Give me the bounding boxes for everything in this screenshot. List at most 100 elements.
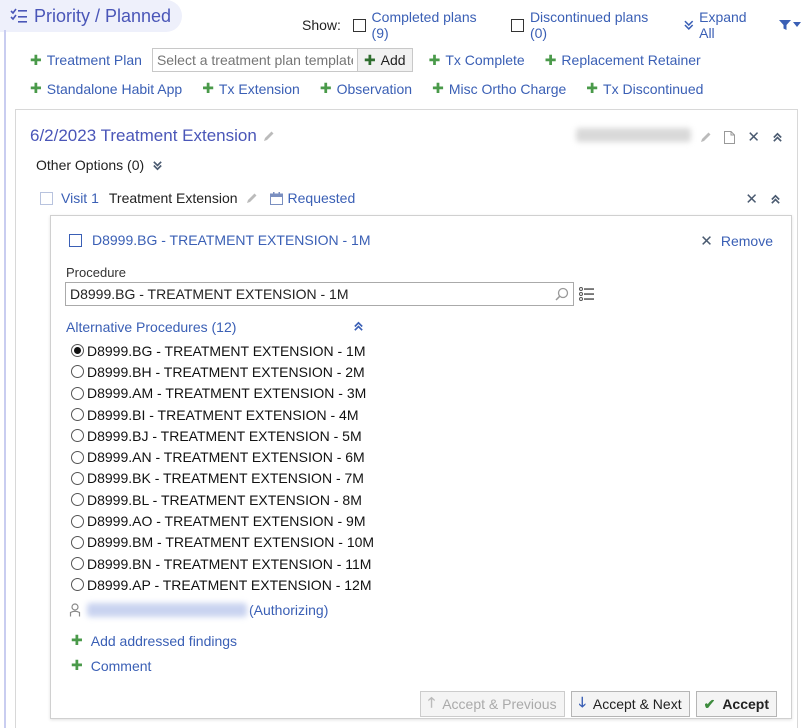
remove-procedure-button[interactable]: ✕ Remove [700,232,773,250]
section-indicator-bar [4,30,6,728]
add-label: Add [380,52,406,68]
add-treatment-plan-button[interactable]: ✚ Treatment Plan [30,52,142,69]
filter-dropdown[interactable] [779,19,801,31]
expand-all-label: Expand All [699,9,747,41]
plus-icon: ✚ [544,51,557,68]
edit-pencil-icon[interactable] [700,131,712,143]
alternative-procedure-label: D8999.AO - TREATMENT EXTENSION - 9M [87,513,366,530]
accept-button[interactable]: ✔ Accept [695,691,777,717]
discontinued-plans-checkbox[interactable] [511,18,524,32]
show-label: Show: [302,17,341,33]
alternative-procedure-option[interactable]: D8999.BG - TREATMENT EXTENSION - 1M [71,340,374,361]
show-filters: Show: Completed plans (9) Discontinued p… [302,9,801,41]
add-addressed-findings-button[interactable]: ✚ Add addressed findings [71,632,237,649]
expand-all-button[interactable]: Expand All [683,9,764,41]
authorizing-label[interactable]: (Authorizing) [249,602,328,618]
plus-icon: ✚ [319,80,332,96]
radio-button[interactable] [71,386,84,400]
completed-plans-checkbox[interactable] [352,18,366,32]
search-icon[interactable] [551,287,573,301]
filter-icon [779,20,792,30]
plan-actions: ✕ [688,128,783,146]
discontinued-plans-toggle[interactable]: Discontinued plans (0) [511,9,664,41]
accept-label: Accept [722,696,769,712]
alternative-procedure-option[interactable]: D8999.BL - TREATMENT EXTENSION - 8M [71,489,374,510]
procedure-checkbox[interactable] [69,233,82,247]
tx-complete-button[interactable]: ✚ Tx Complete [429,52,525,69]
accept-next-label: Accept & Next [592,696,682,712]
alternative-procedure-label: D8999.BJ - TREATMENT EXTENSION - 5M [87,427,362,444]
double-chevron-up-icon[interactable] [772,132,783,143]
plan-title-text: 6/2/2023 Treatment Extension [30,126,257,145]
alternative-procedures-list: D8999.BG - TREATMENT EXTENSION - 1M D8999… [71,340,374,596]
alternative-procedure-option[interactable]: D8999.AO - TREATMENT EXTENSION - 9M [71,510,374,531]
plus-icon: ✚ [71,657,83,673]
observation-button[interactable]: ✚ Observation [320,80,412,97]
edit-pencil-icon[interactable] [246,192,258,204]
radio-button[interactable] [71,514,84,528]
other-options-toggle[interactable]: Other Options (0) [36,157,163,173]
accept-previous-button[interactable]: 🡑 Accept & Previous [419,691,565,717]
provider-name-redacted[interactable] [87,603,247,617]
alternative-procedure-option[interactable]: D8999.BK - TREATMENT EXTENSION - 7M [71,468,374,489]
radio-button[interactable] [71,578,84,592]
accept-next-button[interactable]: 🡓 Accept & Next [570,691,690,717]
tx-extension-button[interactable]: ✚ Tx Extension [202,80,300,97]
template-input[interactable] [152,49,357,71]
radio-button[interactable] [71,344,84,358]
misc-ortho-charge-button[interactable]: ✚ Misc Ortho Charge [432,80,566,97]
radio-button[interactable] [71,535,84,549]
alternative-procedures-header[interactable]: Alternative Procedures (12) [66,319,236,335]
close-icon[interactable]: ✕ [745,190,758,208]
standalone-habit-app-button[interactable]: ✚ Standalone Habit App [30,80,182,97]
alternative-procedure-option[interactable]: D8999.BJ - TREATMENT EXTENSION - 5M [71,425,374,446]
visit-checkbox[interactable] [40,191,53,205]
procedure-input[interactable] [66,283,551,305]
procedure-header: D8999.BG - TREATMENT EXTENSION - 1M [69,232,371,248]
double-chevron-up-icon[interactable] [770,194,781,205]
visit-actions: ✕ [733,190,781,208]
visit-number[interactable]: Visit 1 [61,190,99,206]
alternative-procedure-option[interactable]: D8999.BH - TREATMENT EXTENSION - 2M [71,361,374,382]
alternative-procedure-label: D8999.BH - TREATMENT EXTENSION - 2M [87,363,365,380]
tx-discontinued-button[interactable]: ✚ Tx Discontinued [586,80,703,97]
replacement-retainer-button[interactable]: ✚ Replacement Retainer [545,52,701,69]
edit-pencil-icon[interactable] [263,130,275,142]
radio-button[interactable] [71,408,84,422]
alternative-procedure-option[interactable]: D8999.BM - TREATMENT EXTENSION - 10M [71,532,374,553]
checklist-icon [10,8,27,23]
calendar-icon [269,191,283,205]
double-chevron-up-icon[interactable] [353,321,364,332]
list-options-icon[interactable] [579,286,595,302]
alternative-procedure-option[interactable]: D8999.AP - TREATMENT EXTENSION - 12M [71,574,374,595]
plus-icon: ✚ [363,51,376,68]
plan-title[interactable]: 6/2/2023 Treatment Extension [30,126,275,146]
alternative-procedure-option[interactable]: D8999.AM - TREATMENT EXTENSION - 3M [71,383,374,404]
alternative-procedure-option[interactable]: D8999.BI - TREATMENT EXTENSION - 4M [71,404,374,425]
radio-button[interactable] [71,450,84,464]
close-icon[interactable]: ✕ [747,128,760,146]
radio-button[interactable] [71,365,84,379]
alternative-procedure-label: D8999.AN - TREATMENT EXTENSION - 6M [87,449,365,466]
add-comment-button[interactable]: ✚ Comment [71,657,151,674]
visit-status[interactable]: Requested [269,190,355,206]
radio-button[interactable] [71,557,84,571]
alternative-procedure-label: D8999.BN - TREATMENT EXTENSION - 11M [87,555,372,572]
radio-button[interactable] [71,493,84,507]
section-title[interactable]: Priority / Planned [0,0,182,32]
add-template-button[interactable]: ✚ Add [356,49,412,71]
radio-button[interactable] [71,429,84,443]
header: Priority / Planned Show: Completed plans… [0,0,801,41]
person-icon [69,603,81,617]
plus-icon: ✚ [432,80,444,96]
observation-label: Observation [336,80,413,97]
accept-buttons: 🡑 Accept & Previous 🡓 Accept & Next ✔ Ac… [414,691,777,717]
alternative-procedure-label: D8999.BI - TREATMENT EXTENSION - 4M [87,406,359,423]
completed-plans-toggle[interactable]: Completed plans (9) [352,9,493,41]
procedure-header-label[interactable]: D8999.BG - TREATMENT EXTENSION - 1M [92,232,371,248]
alternative-procedure-option[interactable]: D8999.BN - TREATMENT EXTENSION - 11M [71,553,374,574]
plus-icon: ✚ [202,80,214,96]
radio-button[interactable] [71,471,84,485]
document-icon[interactable] [724,130,736,144]
alternative-procedure-option[interactable]: D8999.AN - TREATMENT EXTENSION - 6M [71,446,374,467]
